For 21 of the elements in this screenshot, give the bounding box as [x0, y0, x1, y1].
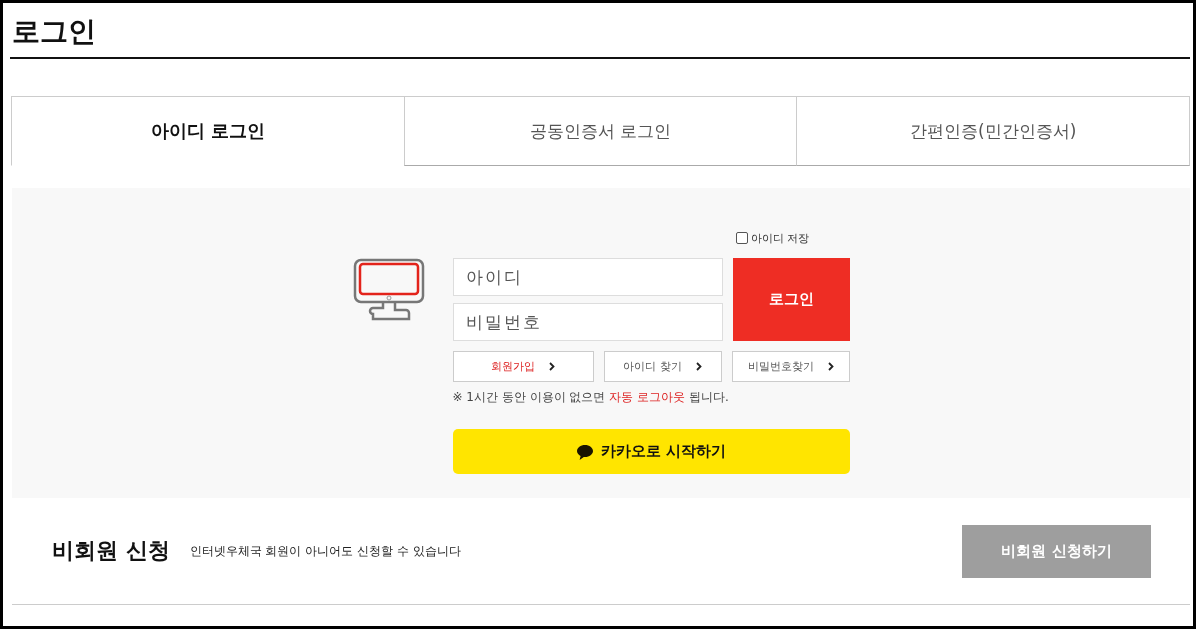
chevron-right-icon: [695, 362, 702, 371]
link-button[interactable]: 비밀번호찾기: [731, 351, 850, 382]
id-field[interactable]: 아이디: [452, 258, 723, 296]
page-title: 로그인: [10, 3, 1190, 59]
login-button[interactable]: 로그인: [732, 258, 850, 341]
guest-section-title: 비회원 신청: [52, 537, 170, 565]
save-id-label: 아이디 저장: [751, 230, 810, 246]
tab[interactable]: 아이디 로그인: [11, 96, 405, 166]
save-id-checkbox[interactable]: [736, 232, 748, 244]
tab[interactable]: 간편인증(민간인증서): [796, 96, 1190, 166]
tab[interactable]: 공동인증서 로그인: [403, 96, 798, 166]
monitor-icon: [352, 258, 425, 322]
link-button[interactable]: 회원가입: [452, 351, 594, 382]
chevron-right-icon: [549, 362, 555, 371]
password-field[interactable]: 비밀번호: [452, 303, 723, 341]
link-button[interactable]: 아이디 찾기: [603, 351, 722, 382]
kakao-start-button[interactable]: 카카오로 시작하기: [452, 429, 850, 474]
chevron-right-icon: [827, 362, 834, 371]
guest-description: 인터넷우체국 회원이 아니어도 신청할 수 있습니다: [189, 542, 462, 560]
speech-bubble-icon: [575, 442, 594, 461]
auto-logout-notice: ※ 1시간 동안 이용이 없으면 자동 로그아웃 됩니다.: [452, 389, 730, 406]
